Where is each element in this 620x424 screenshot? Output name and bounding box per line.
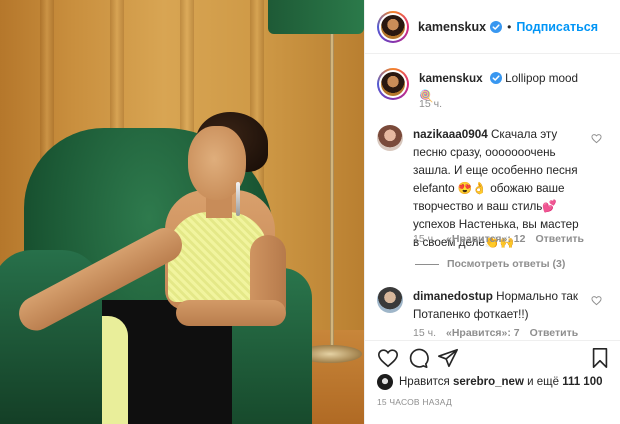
view-replies-button[interactable]: Посмотреть ответы (3)	[415, 258, 565, 270]
avatar-image	[381, 72, 405, 96]
view-replies-label: Посмотреть ответы (3)	[447, 258, 566, 270]
caption: kamenskux Lollipop mood 🍭	[377, 68, 613, 106]
heart-icon[interactable]	[377, 347, 399, 369]
comment-time[interactable]: 15 ч.	[413, 233, 436, 245]
caption-time[interactable]: 15 ч.	[419, 98, 442, 110]
replies-divider	[415, 263, 439, 265]
likes-middle: и ещё	[527, 376, 559, 388]
caption-username[interactable]: kamenskux	[419, 72, 483, 85]
reply-button[interactable]: Ответить	[535, 233, 584, 245]
comment-username[interactable]: nazikaaa0904	[413, 128, 488, 141]
comments-list[interactable]: kamenskux Lollipop mood 🍭 15 ч. nazikaaa…	[365, 55, 620, 340]
lamp-pole	[330, 34, 334, 354]
avatar[interactable]	[377, 287, 403, 313]
bookmark-icon[interactable]	[589, 347, 611, 369]
model-forearm	[176, 300, 286, 326]
comment-likes[interactable]: «Нравится»: 12	[446, 233, 526, 245]
share-icon[interactable]	[437, 347, 459, 369]
avatar[interactable]	[377, 10, 409, 43]
avatar[interactable]	[377, 374, 393, 390]
comment-meta: 15 ч. «Нравится»: 7 Ответить	[413, 327, 578, 339]
likes-user[interactable]: serebro_new	[453, 376, 524, 388]
lamp-shade	[268, 0, 364, 34]
comment-time[interactable]: 15 ч.	[413, 327, 436, 339]
reply-button[interactable]: Ответить	[530, 327, 579, 339]
post-photo[interactable]	[0, 0, 364, 424]
separator-dot: •	[507, 19, 512, 34]
avatar-image	[381, 14, 405, 39]
comment-icon[interactable]	[407, 347, 429, 369]
follow-button[interactable]: Подписаться	[516, 20, 598, 34]
comment-text: Скачала эту песню сразу, ооооооочень заш…	[413, 128, 579, 249]
earring	[236, 182, 240, 216]
caption-meta: 15 ч.	[419, 98, 442, 110]
avatar[interactable]	[377, 68, 409, 100]
comment-item: dimanedostup Нормально так Потапенко фот…	[377, 287, 613, 324]
post-actions: Нравится serebro_new и ещё 111 100 15 ЧА…	[365, 340, 620, 424]
comment-username[interactable]: dimanedostup	[413, 290, 493, 303]
like-comment-icon[interactable]	[591, 133, 602, 144]
comment-meta: 15 ч. «Нравится»: 12 Ответить	[413, 233, 584, 245]
header-username[interactable]: kamenskux	[418, 20, 486, 34]
like-comment-icon[interactable]	[591, 295, 602, 306]
likes-prefix: Нравится	[399, 376, 450, 388]
likes-count[interactable]: 111 100	[562, 376, 602, 388]
verified-badge-icon	[489, 72, 502, 84]
avatar[interactable]	[377, 125, 403, 151]
comment-likes[interactable]: «Нравится»: 7	[446, 327, 520, 339]
verified-badge-icon	[490, 20, 503, 33]
post-header: kamenskux • Подписаться	[365, 0, 620, 54]
likes-summary[interactable]: Нравится serebro_new и ещё 111 100	[377, 374, 603, 390]
post-side-panel: kamenskux • Подписаться kamenskux Lollip…	[364, 0, 620, 424]
posted-time[interactable]: 15 ЧАСОВ НАЗАД	[377, 397, 452, 407]
